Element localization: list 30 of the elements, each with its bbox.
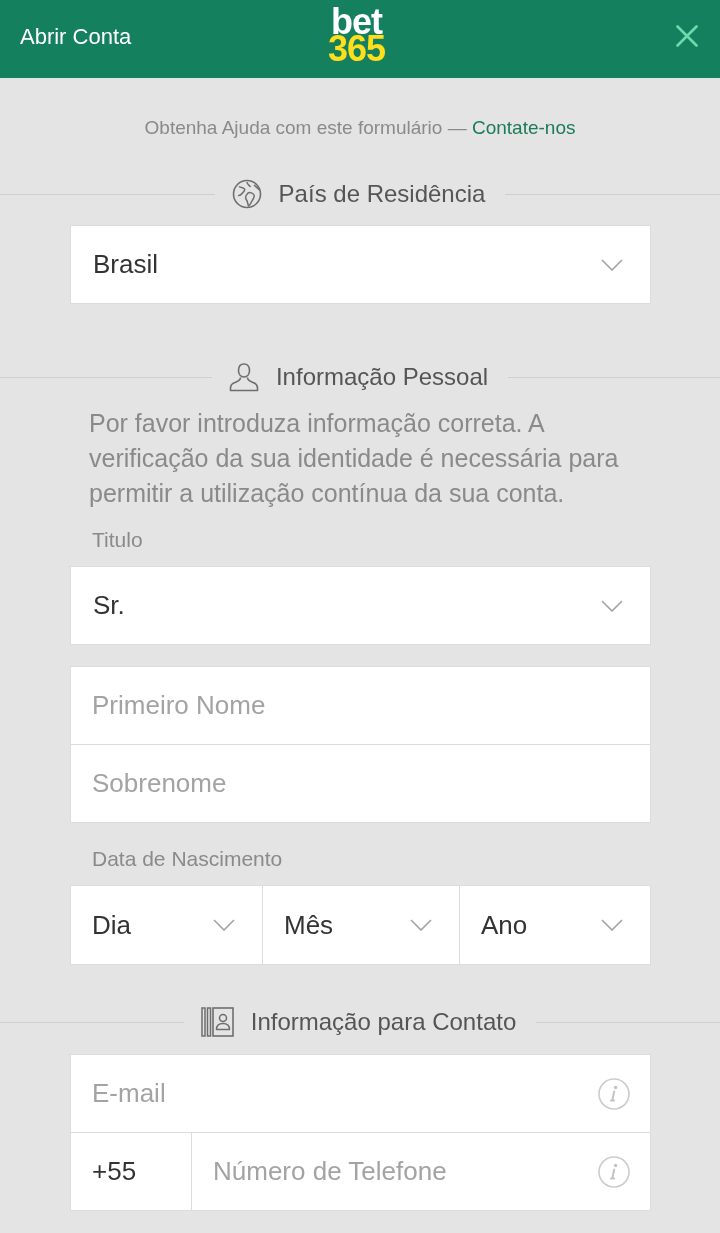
dial-code-field[interactable]: +55	[70, 1132, 192, 1211]
field-label: Data de Nascimento	[91, 847, 284, 871]
chevron-down-icon	[601, 919, 623, 931]
chevron-down-icon	[213, 919, 235, 931]
chevron-down-icon	[601, 599, 623, 612]
close-icon	[676, 25, 698, 47]
date-select[interactable]: Ano	[459, 886, 650, 964]
select-field[interactable]: Brasil	[70, 225, 651, 304]
section-heading: País de Residência	[278, 179, 486, 209]
text-field[interactable]: Sobrenome	[70, 744, 651, 823]
contact-link[interactable]: Contate-nos	[471, 117, 576, 138]
info-icon[interactable]	[598, 1155, 630, 1188]
contact-book-icon	[200, 1007, 234, 1037]
chevron-down-icon	[410, 919, 432, 931]
brand-logo: bet 365	[328, 8, 386, 62]
info-icon[interactable]	[598, 1077, 630, 1110]
close-button[interactable]	[674, 23, 700, 49]
chevron-down-icon	[601, 258, 623, 271]
person-icon	[228, 362, 259, 392]
help-text: Obtenha Ajuda com este formulário — Contate-nos	[143, 116, 577, 140]
text-field[interactable]: Primeiro Nome	[70, 666, 651, 745]
date-select[interactable]: Dia	[71, 886, 262, 964]
globe-icon	[231, 179, 262, 209]
select-field[interactable]: Sr.	[70, 566, 651, 645]
header-title: Abrir Conta	[20, 22, 132, 51]
field-label: Titulo	[91, 528, 144, 552]
intro-paragraph: Por favor introduza informação correta. A verificação da sua identidade é necessária para permitir a utilização contínua da sua conta.	[88, 408, 620, 509]
date-select[interactable]: Mês	[262, 886, 459, 964]
section-heading: Informação Pessoal	[275, 362, 489, 392]
section-heading: Informação para Contato	[250, 1007, 517, 1037]
